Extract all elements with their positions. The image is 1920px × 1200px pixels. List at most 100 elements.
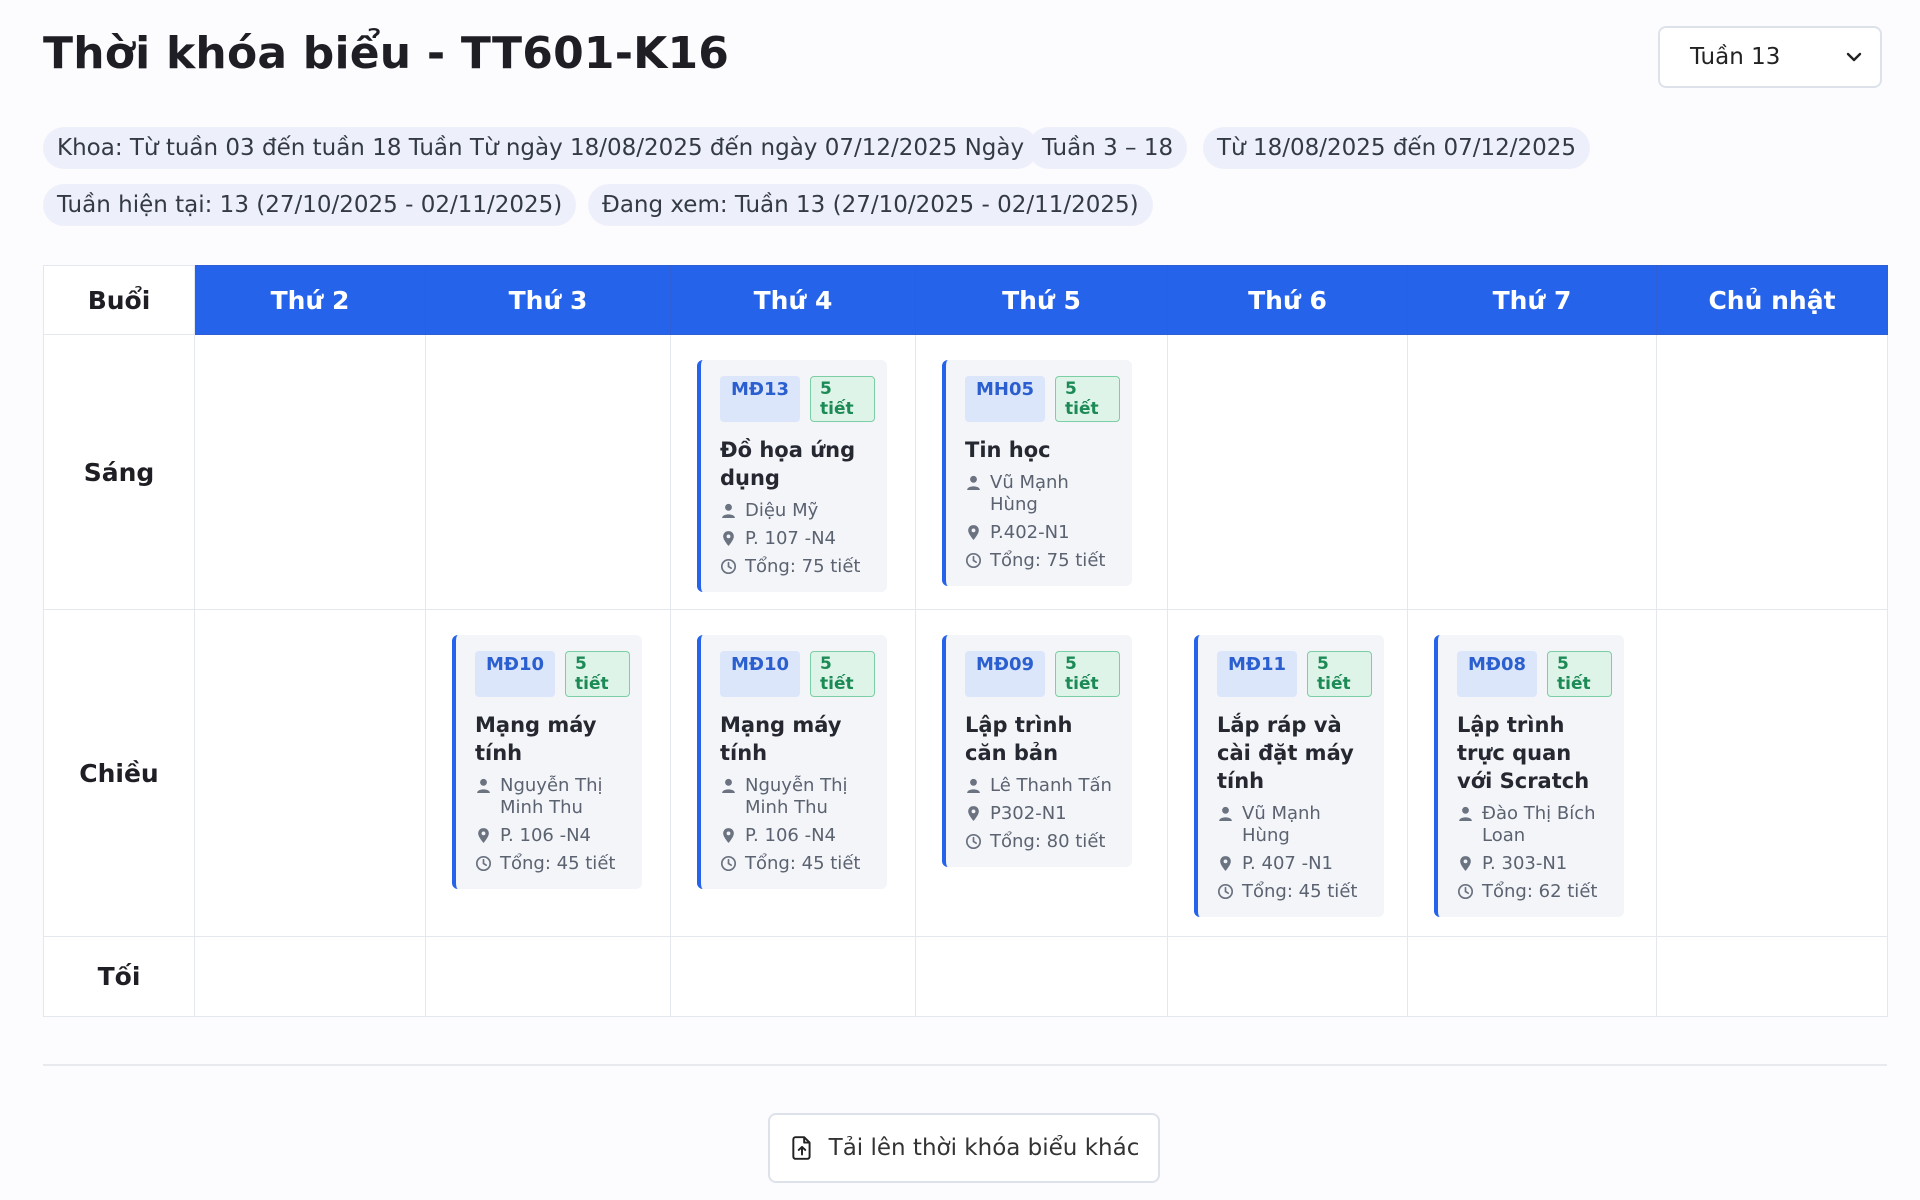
session-row-toi: Tối	[43, 936, 1888, 1017]
room: P. 303-N1	[1482, 853, 1568, 874]
slot-toi-thu4	[670, 936, 916, 1017]
room: P.402-N1	[990, 522, 1070, 543]
timetable: Buổi Thứ 2 Thứ 3 Thứ 4 Thứ 5 Thứ 6 Thứ 7…	[43, 265, 1888, 1017]
slot-sang-chunhat	[1656, 334, 1888, 610]
class-card[interactable]: MĐ08 5 tiết Lập trình trực quan với Scra…	[1434, 635, 1624, 917]
course-code-badge: MĐ09	[965, 651, 1046, 697]
day-header-thu5: Thứ 5	[915, 265, 1168, 335]
course-name: Tin học	[965, 438, 1051, 462]
slot-chieu-thu6: MĐ11 5 tiết Lắp ráp và cài đặt máy tính …	[1167, 609, 1408, 937]
periods-badge: 5 tiết	[1547, 651, 1612, 697]
class-card[interactable]: MH05 5 tiết Tin học Vũ Mạnh Hùng P.402-N…	[942, 360, 1132, 586]
page-title: Thời khóa biểu - TT601-K16	[43, 28, 730, 79]
week-select[interactable]: Tuần 13	[1658, 26, 1882, 88]
periods-badge: 5 tiết	[810, 651, 875, 697]
teacher-name: Đào Thị Bích Loan	[1482, 803, 1596, 846]
course-name: Lắp ráp và cài đặt máy tính	[1217, 713, 1354, 793]
info-pill-week-range: Tuần 3 – 18	[1028, 127, 1188, 169]
upload-timetable-button[interactable]: Tải lên thời khóa biểu khác	[768, 1113, 1160, 1183]
teacher-name: Diệu Mỹ	[745, 500, 819, 521]
periods-badge: 5 tiết	[1307, 651, 1372, 697]
periods-badge: 5 tiết	[1055, 376, 1120, 422]
course-name: Lập trình trực quan với Scratch	[1457, 713, 1590, 793]
teacher-name: Nguyễn Thị Minh Thu	[745, 775, 848, 818]
room: P. 106 -N4	[500, 825, 591, 846]
class-card[interactable]: MĐ10 5 tiết Mạng máy tính Nguyễn Thị Min…	[697, 635, 887, 889]
clock-icon	[720, 855, 737, 872]
chevron-down-icon	[1846, 52, 1862, 62]
upload-button-label: Tải lên thời khóa biểu khác	[828, 1135, 1140, 1161]
room: P. 106 -N4	[745, 825, 836, 846]
slot-sang-thu3	[425, 334, 671, 610]
day-header-thu7: Thứ 7	[1407, 265, 1657, 335]
map-pin-icon	[723, 531, 734, 546]
room: P. 407 -N1	[1242, 853, 1333, 874]
map-pin-icon	[478, 828, 489, 843]
info-pill-date-range: Từ 18/08/2025 đến 07/12/2025	[1203, 127, 1591, 169]
clock-icon	[965, 552, 982, 569]
room: P. 107 -N4	[745, 528, 836, 549]
total-periods: Tổng: 45 tiết	[1242, 881, 1358, 902]
slot-chieu-thu2	[194, 609, 426, 937]
slot-chieu-chunhat	[1656, 609, 1888, 937]
course-name: Mạng máy tính	[475, 713, 597, 765]
user-icon	[722, 778, 735, 793]
map-pin-icon	[1220, 856, 1231, 871]
session-row-chieu: Chiều MĐ10 5 tiết Mạng máy tính Nguyễn T…	[43, 609, 1888, 937]
class-card[interactable]: MĐ10 5 tiết Mạng máy tính Nguyễn Thị Min…	[452, 635, 642, 889]
clock-icon	[475, 855, 492, 872]
slot-chieu-thu4: MĐ10 5 tiết Mạng máy tính Nguyễn Thị Min…	[670, 609, 916, 937]
timetable-page: Thời khóa biểu - TT601-K16 Tuần 13 Khoa:…	[0, 0, 1920, 1200]
user-icon	[722, 503, 735, 518]
total-periods: Tổng: 62 tiết	[1482, 881, 1598, 902]
divider	[43, 1064, 1887, 1066]
slot-toi-thu2	[194, 936, 426, 1017]
clock-icon	[1457, 883, 1474, 900]
week-select-value: Tuần 13	[1690, 44, 1781, 70]
session-label-sang: Sáng	[43, 334, 195, 610]
slot-toi-thu7	[1407, 936, 1657, 1017]
map-pin-icon	[968, 806, 979, 821]
slot-toi-thu5	[915, 936, 1168, 1017]
room: P302-N1	[990, 803, 1067, 824]
session-label-toi: Tối	[43, 936, 195, 1017]
slot-sang-thu6	[1167, 334, 1408, 610]
class-card[interactable]: MĐ13 5 tiết Đồ họa ứng dụng Diệu Mỹ P. 1…	[697, 360, 887, 592]
total-periods: Tổng: 45 tiết	[500, 853, 616, 874]
course-code-badge: MĐ10	[475, 651, 556, 697]
course-name: Mạng máy tính	[720, 713, 842, 765]
course-code-badge: MĐ11	[1217, 651, 1298, 697]
total-periods: Tổng: 75 tiết	[990, 550, 1106, 571]
slot-sang-thu4: MĐ13 5 tiết Đồ họa ứng dụng Diệu Mỹ P. 1…	[670, 334, 916, 610]
user-icon	[1219, 806, 1232, 821]
info-pill-viewing-week: Đang xem: Tuần 13 (27/10/2025 - 02/11/20…	[588, 184, 1153, 226]
day-header-thu3: Thứ 3	[425, 265, 671, 335]
periods-badge: 5 tiết	[1055, 651, 1120, 697]
course-name: Lập trình căn bản	[965, 713, 1073, 765]
class-card[interactable]: MĐ11 5 tiết Lắp ráp và cài đặt máy tính …	[1194, 635, 1384, 917]
info-pill-khoa: Khoa: Từ tuần 03 đến tuần 18 Tuần Từ ngà…	[43, 127, 1039, 169]
day-header-chunhat: Chủ nhật	[1656, 265, 1888, 335]
total-periods: Tổng: 80 tiết	[990, 831, 1106, 852]
teacher-name: Vũ Mạnh Hùng	[1242, 803, 1321, 846]
session-header: Buổi	[43, 265, 195, 335]
header-row: Buổi Thứ 2 Thứ 3 Thứ 4 Thứ 5 Thứ 6 Thứ 7…	[43, 265, 1888, 335]
slot-sang-thu5: MH05 5 tiết Tin học Vũ Mạnh Hùng P.402-N…	[915, 334, 1168, 610]
user-icon	[1459, 806, 1472, 821]
class-card[interactable]: MĐ09 5 tiết Lập trình căn bản Lê Thanh T…	[942, 635, 1132, 867]
slot-toi-thu3	[425, 936, 671, 1017]
day-header-thu2: Thứ 2	[194, 265, 426, 335]
course-name: Đồ họa ứng dụng	[720, 438, 856, 490]
periods-badge: 5 tiết	[565, 651, 630, 697]
slot-chieu-thu5: MĐ09 5 tiết Lập trình căn bản Lê Thanh T…	[915, 609, 1168, 937]
day-header-thu4: Thứ 4	[670, 265, 916, 335]
teacher-name: Nguyễn Thị Minh Thu	[500, 775, 603, 818]
total-periods: Tổng: 75 tiết	[745, 556, 861, 577]
map-pin-icon	[968, 525, 979, 540]
map-pin-icon	[723, 828, 734, 843]
course-code-badge: MĐ08	[1457, 651, 1538, 697]
slot-chieu-thu7: MĐ08 5 tiết Lập trình trực quan với Scra…	[1407, 609, 1657, 937]
clock-icon	[720, 558, 737, 575]
slot-sang-thu2	[194, 334, 426, 610]
file-upload-icon	[792, 1136, 811, 1160]
